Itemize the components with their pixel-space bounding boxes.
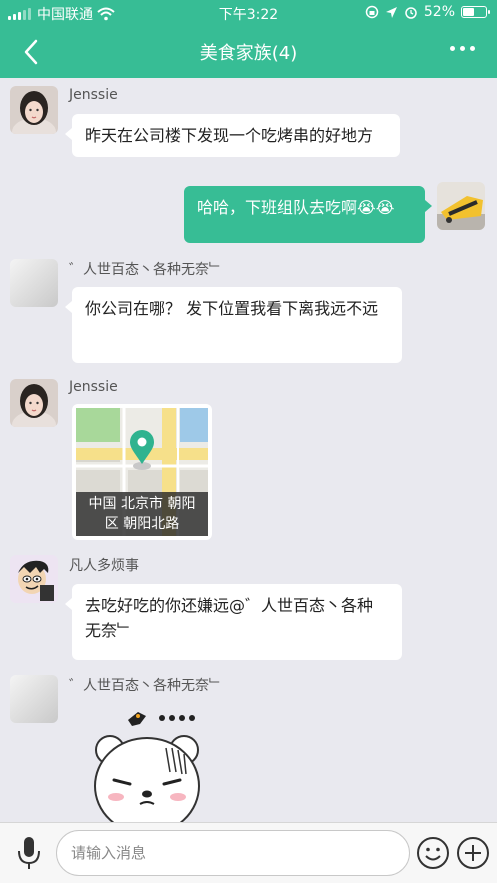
emoji-icon[interactable]: [416, 836, 450, 870]
sender-name: ゛人世百态丶各种无奈﹂: [69, 262, 223, 278]
battery-percent: 52%: [423, 4, 455, 20]
top-header: 中国联通 下午3:22 52% 美食家族(4): [0, 0, 497, 78]
message-bubble[interactable]: 你公司在哪？ 发下位置我看下离我远不远: [65, 287, 402, 363]
message-text: 昨天在公司楼下发现一个吃烤串的好地方: [85, 126, 374, 145]
plus-icon[interactable]: [456, 836, 490, 870]
sender-name: Jenssie: [69, 379, 118, 395]
location-caption: 中国 北京市 朝阳 区 朝阳北路: [76, 492, 208, 536]
battery-icon: [461, 6, 490, 18]
status-bar: 中国联通 下午3:22 52%: [0, 0, 497, 26]
message-input[interactable]: [56, 830, 410, 876]
rotation-lock-icon: [365, 5, 379, 19]
message-text-line-2: 无奈﹂: [85, 621, 134, 640]
avatar-user[interactable]: [10, 675, 58, 723]
sender-name: Jenssie: [69, 87, 118, 103]
chat-title: 美食家族(4): [199, 43, 298, 64]
location-card[interactable]: 中国 北京市 朝阳 区 朝阳北路: [72, 404, 212, 540]
input-bar: [0, 822, 497, 883]
avatar-user[interactable]: [10, 259, 58, 307]
message-text: 哈哈，下班组队去吃啊😭😭: [197, 198, 395, 217]
avatar-jenssie[interactable]: [10, 379, 58, 427]
message-bubble[interactable]: 去吃好吃的你还嫌远@゛人世百态丶各种 无奈﹂: [65, 584, 402, 660]
message-text: 你公司在哪？ 发下位置我看下离我远不远: [85, 299, 379, 318]
sender-name: ゛人世百态丶各种无奈﹂: [69, 678, 223, 694]
more-options-icon[interactable]: [450, 46, 475, 51]
bear-sticker[interactable]: [80, 702, 220, 824]
location-arrow-icon: [385, 6, 397, 18]
avatar-self[interactable]: [437, 182, 485, 230]
location-line-2: 区 朝阳北路: [104, 516, 180, 532]
avatar-jenssie[interactable]: [10, 86, 58, 134]
avatar-user[interactable]: [10, 555, 58, 603]
message-text-line-1: 去吃好吃的你还嫌远@゛人世百态丶各种: [85, 596, 374, 615]
message-bubble-self[interactable]: 哈哈，下班组队去吃啊😭😭: [184, 186, 432, 243]
message-bubble[interactable]: 昨天在公司楼下发现一个吃烤串的好地方: [65, 114, 400, 157]
microphone-icon[interactable]: [14, 835, 44, 871]
nav-bar: 美食家族(4): [0, 26, 497, 78]
alarm-icon: [405, 7, 417, 19]
sender-name: 凡人多烦事: [69, 558, 139, 574]
location-line-1: 中国 北京市 朝阳: [88, 496, 196, 512]
